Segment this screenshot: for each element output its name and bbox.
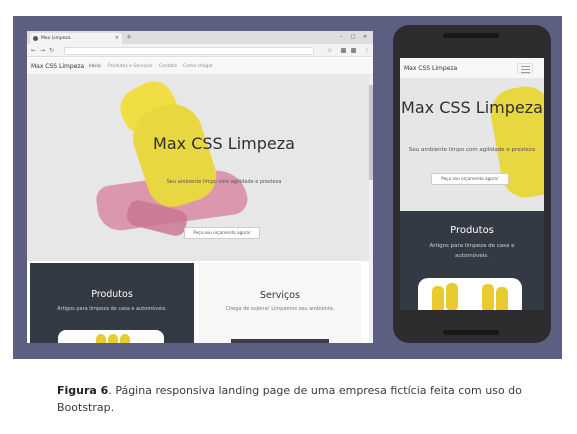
- glove-finger-image: [496, 287, 508, 310]
- site-navbar: Max CSS Limpeza Início Produtos e Serviç…: [27, 58, 373, 75]
- phone-speaker: [443, 33, 499, 38]
- desktop-browser-window: Max Limpeza × + – □ × ← → ↻ ☆ ⋮ Max CSS …: [27, 31, 373, 343]
- glove-finger-image: [120, 334, 130, 343]
- nav-link-produtos[interactable]: Produtos e Serviços: [108, 58, 152, 75]
- scrollbar-thumb[interactable]: [369, 85, 373, 180]
- products-card: Produtos Artigos para limpeza de casa e …: [30, 263, 194, 343]
- tab-title: Max Limpeza: [41, 36, 71, 41]
- menu-dots-icon[interactable]: ⋮: [364, 44, 370, 57]
- services-image: [231, 339, 329, 343]
- hamburger-menu-icon[interactable]: [517, 63, 533, 74]
- figure-caption: Figura 6. Página responsiva landing page…: [57, 382, 527, 416]
- card-title: Produtos: [450, 225, 494, 236]
- maximize-icon[interactable]: □: [347, 31, 359, 44]
- hero-title: Max CSS Limpeza: [153, 134, 295, 153]
- services-card: Serviços Chega de sujeira! Limpamos seu …: [199, 263, 361, 343]
- glove-finger-image: [482, 284, 494, 310]
- navbar-brand[interactable]: Max CSS Limpeza: [404, 58, 457, 79]
- glove-finger-image: [432, 286, 444, 310]
- browser-tab[interactable]: Max Limpeza ×: [30, 33, 122, 44]
- hero-subtitle: Seu ambiente limpo com agilidade e prest…: [408, 147, 536, 153]
- browser-tab-strip: Max Limpeza × + – □ ×: [27, 31, 373, 44]
- card-title: Serviços: [259, 290, 301, 301]
- products-image: [58, 330, 164, 343]
- quote-button[interactable]: Peça seu orçamento agora!: [431, 173, 509, 185]
- reload-icon[interactable]: ↻: [49, 44, 54, 57]
- nav-link-inicio[interactable]: Início: [89, 58, 101, 75]
- mobile-phone-frame: Max CSS Limpeza Max CSS Limpeza Seu ambi…: [393, 25, 551, 343]
- phone-bottom-bar: [443, 330, 499, 335]
- caption-text: . Página responsiva landing page de uma …: [57, 384, 522, 414]
- mobile-products-section: Produtos Artigos para limpeza de casa e …: [400, 211, 544, 310]
- window-close-icon[interactable]: ×: [359, 31, 371, 44]
- card-subtitle: Artigos para limpeza de casa e automóvei…: [429, 243, 515, 259]
- back-icon[interactable]: ←: [31, 44, 36, 57]
- favicon-icon: [33, 36, 38, 41]
- card-subtitle: Artigos para limpeza de casa e automóvei…: [57, 306, 167, 312]
- page-scrollbar[interactable]: [369, 75, 373, 343]
- tab-close-icon[interactable]: ×: [115, 33, 119, 44]
- mobile-navbar: Max CSS Limpeza: [400, 58, 544, 79]
- forward-icon[interactable]: →: [40, 44, 45, 57]
- new-tab-icon[interactable]: +: [126, 32, 132, 43]
- nav-link-como-chegar[interactable]: Como chegar: [183, 58, 213, 75]
- quote-button[interactable]: Peça seu orçamento agora!: [184, 227, 260, 239]
- glove-finger-image: [446, 283, 458, 310]
- nav-link-contato[interactable]: Contato: [159, 58, 177, 75]
- hero-subtitle: Seu ambiente limpo com agilidade e prest…: [166, 179, 282, 185]
- address-bar: ← → ↻ ☆ ⋮: [27, 44, 373, 57]
- products-image: [418, 278, 522, 310]
- extension-icon[interactable]: [351, 48, 356, 53]
- mobile-hero-section: Max CSS Limpeza Seu ambiente limpo com a…: [400, 79, 544, 211]
- glove-finger-image: [96, 334, 106, 343]
- figure-label: Figura 6: [57, 384, 109, 397]
- url-input[interactable]: [64, 47, 314, 55]
- minimize-icon[interactable]: –: [335, 31, 347, 44]
- hero-section: Max CSS Limpeza Seu ambiente limpo com a…: [27, 75, 369, 261]
- mobile-screen: Max CSS Limpeza Max CSS Limpeza Seu ambi…: [400, 58, 544, 310]
- extension-icon[interactable]: [341, 48, 346, 53]
- hero-title: Max CSS Limpeza: [401, 98, 543, 117]
- navbar-brand[interactable]: Max CSS Limpeza: [31, 58, 84, 75]
- glove-finger-image: [108, 334, 118, 343]
- card-title: Produtos: [91, 289, 133, 300]
- bookmark-star-icon[interactable]: ☆: [327, 44, 332, 57]
- card-subtitle: Chega de sujeira! Limpamos seu ambiente.: [225, 306, 335, 312]
